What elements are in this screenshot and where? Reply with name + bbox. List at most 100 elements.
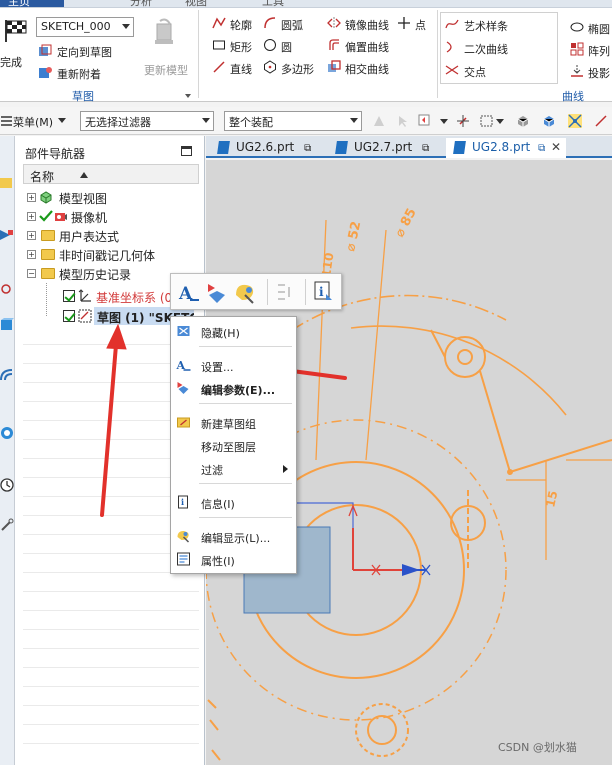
assembly-scope-select[interactable]: 整个装配 — [224, 111, 362, 131]
chevron-down-icon[interactable] — [440, 114, 448, 128]
tree-item-label: 非时间戳记几何体 — [59, 249, 156, 263]
line-tool[interactable]: 直线 — [212, 60, 262, 76]
line-snap-icon[interactable] — [594, 114, 608, 128]
tree-item-user-expressions[interactable]: + 用户表达式 — [23, 226, 199, 245]
move-disabled-icon[interactable] — [275, 281, 297, 303]
shaded-view-icon[interactable] — [516, 114, 530, 128]
menu-item-filter[interactable]: 过滤 — [171, 458, 296, 478]
dim-15: 15 — [543, 489, 560, 508]
orient-to-sketch-button[interactable]: 定向到草图 — [38, 43, 128, 59]
tools-icon[interactable] — [0, 518, 14, 532]
selection-filter-select[interactable]: 无选择过滤器 — [80, 111, 214, 131]
rectangle-select-icon[interactable] — [480, 114, 494, 128]
tab-view[interactable]: 视图 — [185, 0, 207, 7]
circle-tool[interactable]: 圆 — [263, 38, 323, 54]
expand-icon[interactable]: + — [27, 231, 36, 240]
arc-tool[interactable]: 圆弧 — [263, 16, 323, 32]
filter-box-icon[interactable] — [418, 114, 432, 128]
maximize-icon[interactable] — [181, 146, 192, 156]
toolbar-divider — [267, 279, 268, 305]
ribbon-divider — [437, 10, 438, 98]
cube-view-icon[interactable] — [542, 114, 556, 128]
rectangle-icon — [213, 40, 225, 50]
web-browser-icon[interactable] — [0, 368, 14, 382]
project-tool[interactable]: 投影 — [570, 64, 612, 80]
expand-icon[interactable]: + — [27, 212, 36, 221]
select-disabled-icon[interactable] — [396, 114, 410, 128]
reattach-button[interactable]: 重新附着 — [38, 65, 128, 81]
tab-ug2-7[interactable]: UG2.7.prt ⧉ — [328, 138, 438, 158]
folder-icon — [41, 230, 55, 241]
intersection-point-tool[interactable]: 交点 — [445, 63, 555, 79]
snap-disabled-icon[interactable] — [372, 114, 386, 128]
part-navigator-icon[interactable] — [0, 176, 14, 190]
tab-home[interactable]: 主页 — [8, 0, 30, 7]
edit-params-icon[interactable] — [205, 281, 229, 305]
menu-label: 菜单(M) — [13, 116, 54, 129]
menu-separator — [199, 403, 292, 404]
offset-curve-tool[interactable]: 偏置曲线 — [327, 38, 402, 54]
expand-icon[interactable]: + — [27, 193, 36, 202]
visibility-checkbox[interactable] — [63, 290, 75, 302]
mirror-curve-tool[interactable]: 镜像曲线 — [327, 16, 402, 32]
outer-arc — [350, 325, 567, 416]
reattach-label: 重新附着 — [57, 68, 101, 81]
settings-text-icon[interactable]: A — [177, 281, 201, 305]
expand-icon[interactable]: + — [27, 250, 36, 259]
chevron-down-icon — [58, 118, 66, 123]
menu-item-properties[interactable]: 属性(I) — [171, 549, 296, 569]
profile-tool[interactable]: 轮廓 — [212, 16, 262, 32]
group-expand-icon[interactable] — [184, 92, 192, 100]
close-icon[interactable]: ✕ — [551, 140, 561, 154]
pattern-tool[interactable]: 阵列 — [570, 42, 612, 58]
edit-params-icon — [177, 382, 189, 394]
reuse-library-icon[interactable] — [0, 318, 14, 332]
menu-item-edit-parameters[interactable]: 编辑参数(E)... — [171, 378, 296, 398]
menu-separator — [199, 483, 292, 484]
tree-item-label: 模型视图 — [59, 192, 108, 206]
polygon-tool[interactable]: 多边形 — [263, 60, 323, 76]
menu-button[interactable]: 菜单(M) — [0, 111, 68, 131]
art-spline-tool[interactable]: 艺术样条 — [445, 17, 555, 33]
hide-icon — [177, 326, 190, 336]
settings-text-icon: A — [176, 359, 191, 372]
menu-item-edit-display[interactable]: 编辑显示(L)... — [171, 526, 296, 546]
chevron-down-icon — [202, 118, 210, 123]
menu-item-new-sketch-group[interactable]: 新建草图组 — [171, 412, 296, 432]
snap-point-icon[interactable] — [456, 114, 470, 128]
info-icon[interactable]: i — [312, 280, 336, 304]
rectangle-tool[interactable]: 矩形 — [212, 38, 262, 54]
navigator-column-header[interactable]: 名称 — [23, 164, 199, 184]
finish-sketch-button[interactable]: 完成 — [0, 16, 30, 69]
assembly-navigator-icon[interactable] — [0, 228, 14, 242]
resource-bar — [0, 136, 15, 765]
constraint-navigator-icon[interactable] — [0, 282, 14, 296]
menu-item-information[interactable]: i 信息(I) — [171, 492, 296, 512]
point-tool[interactable]: 点 — [397, 16, 433, 32]
history-icon[interactable] — [0, 426, 14, 440]
ellipse-tool[interactable]: 椭圆 — [570, 20, 612, 36]
tab-ug2-8[interactable]: UG2.8.prt ⧉ ✕ — [446, 138, 566, 158]
conic-tool[interactable]: 二次曲线 — [445, 40, 555, 56]
tree-item-model-views[interactable]: + 模型视图 — [23, 188, 199, 207]
snap-grid-icon[interactable] — [568, 114, 582, 128]
tree-item-camera[interactable]: + 摄像机 — [23, 207, 199, 226]
tab-tools[interactable]: 工具 — [262, 0, 284, 7]
tree-item-non-timestamp-geometry[interactable]: + 非时间戳记几何体 — [23, 245, 199, 264]
update-model-button[interactable]: 更新模型 — [140, 16, 192, 77]
collapse-icon[interactable]: − — [27, 269, 36, 278]
menu-item-settings[interactable]: A 设置... — [171, 355, 296, 375]
tab-analysis[interactable]: 分析 — [130, 0, 152, 7]
intersect-curve-tool[interactable]: 相交曲线 — [327, 60, 402, 76]
menu-item-hide[interactable]: 隐藏(H) — [171, 321, 296, 341]
tab-ug2-6[interactable]: UG2.6.prt ⧉ — [210, 138, 320, 158]
edit-display-icon[interactable] — [233, 281, 257, 305]
visibility-checkbox[interactable] — [63, 310, 75, 322]
mini-toolbar: A i — [170, 273, 342, 310]
clock-icon[interactable] — [0, 478, 14, 492]
mirror-label: 镜像曲线 — [345, 19, 389, 32]
chevron-down-icon[interactable] — [496, 114, 504, 128]
sketch-name-select[interactable]: SKETCH_000 — [36, 17, 134, 37]
menu-item-move-to-layer[interactable]: 移动至图层 — [171, 435, 296, 455]
chevron-down-icon — [122, 24, 130, 29]
